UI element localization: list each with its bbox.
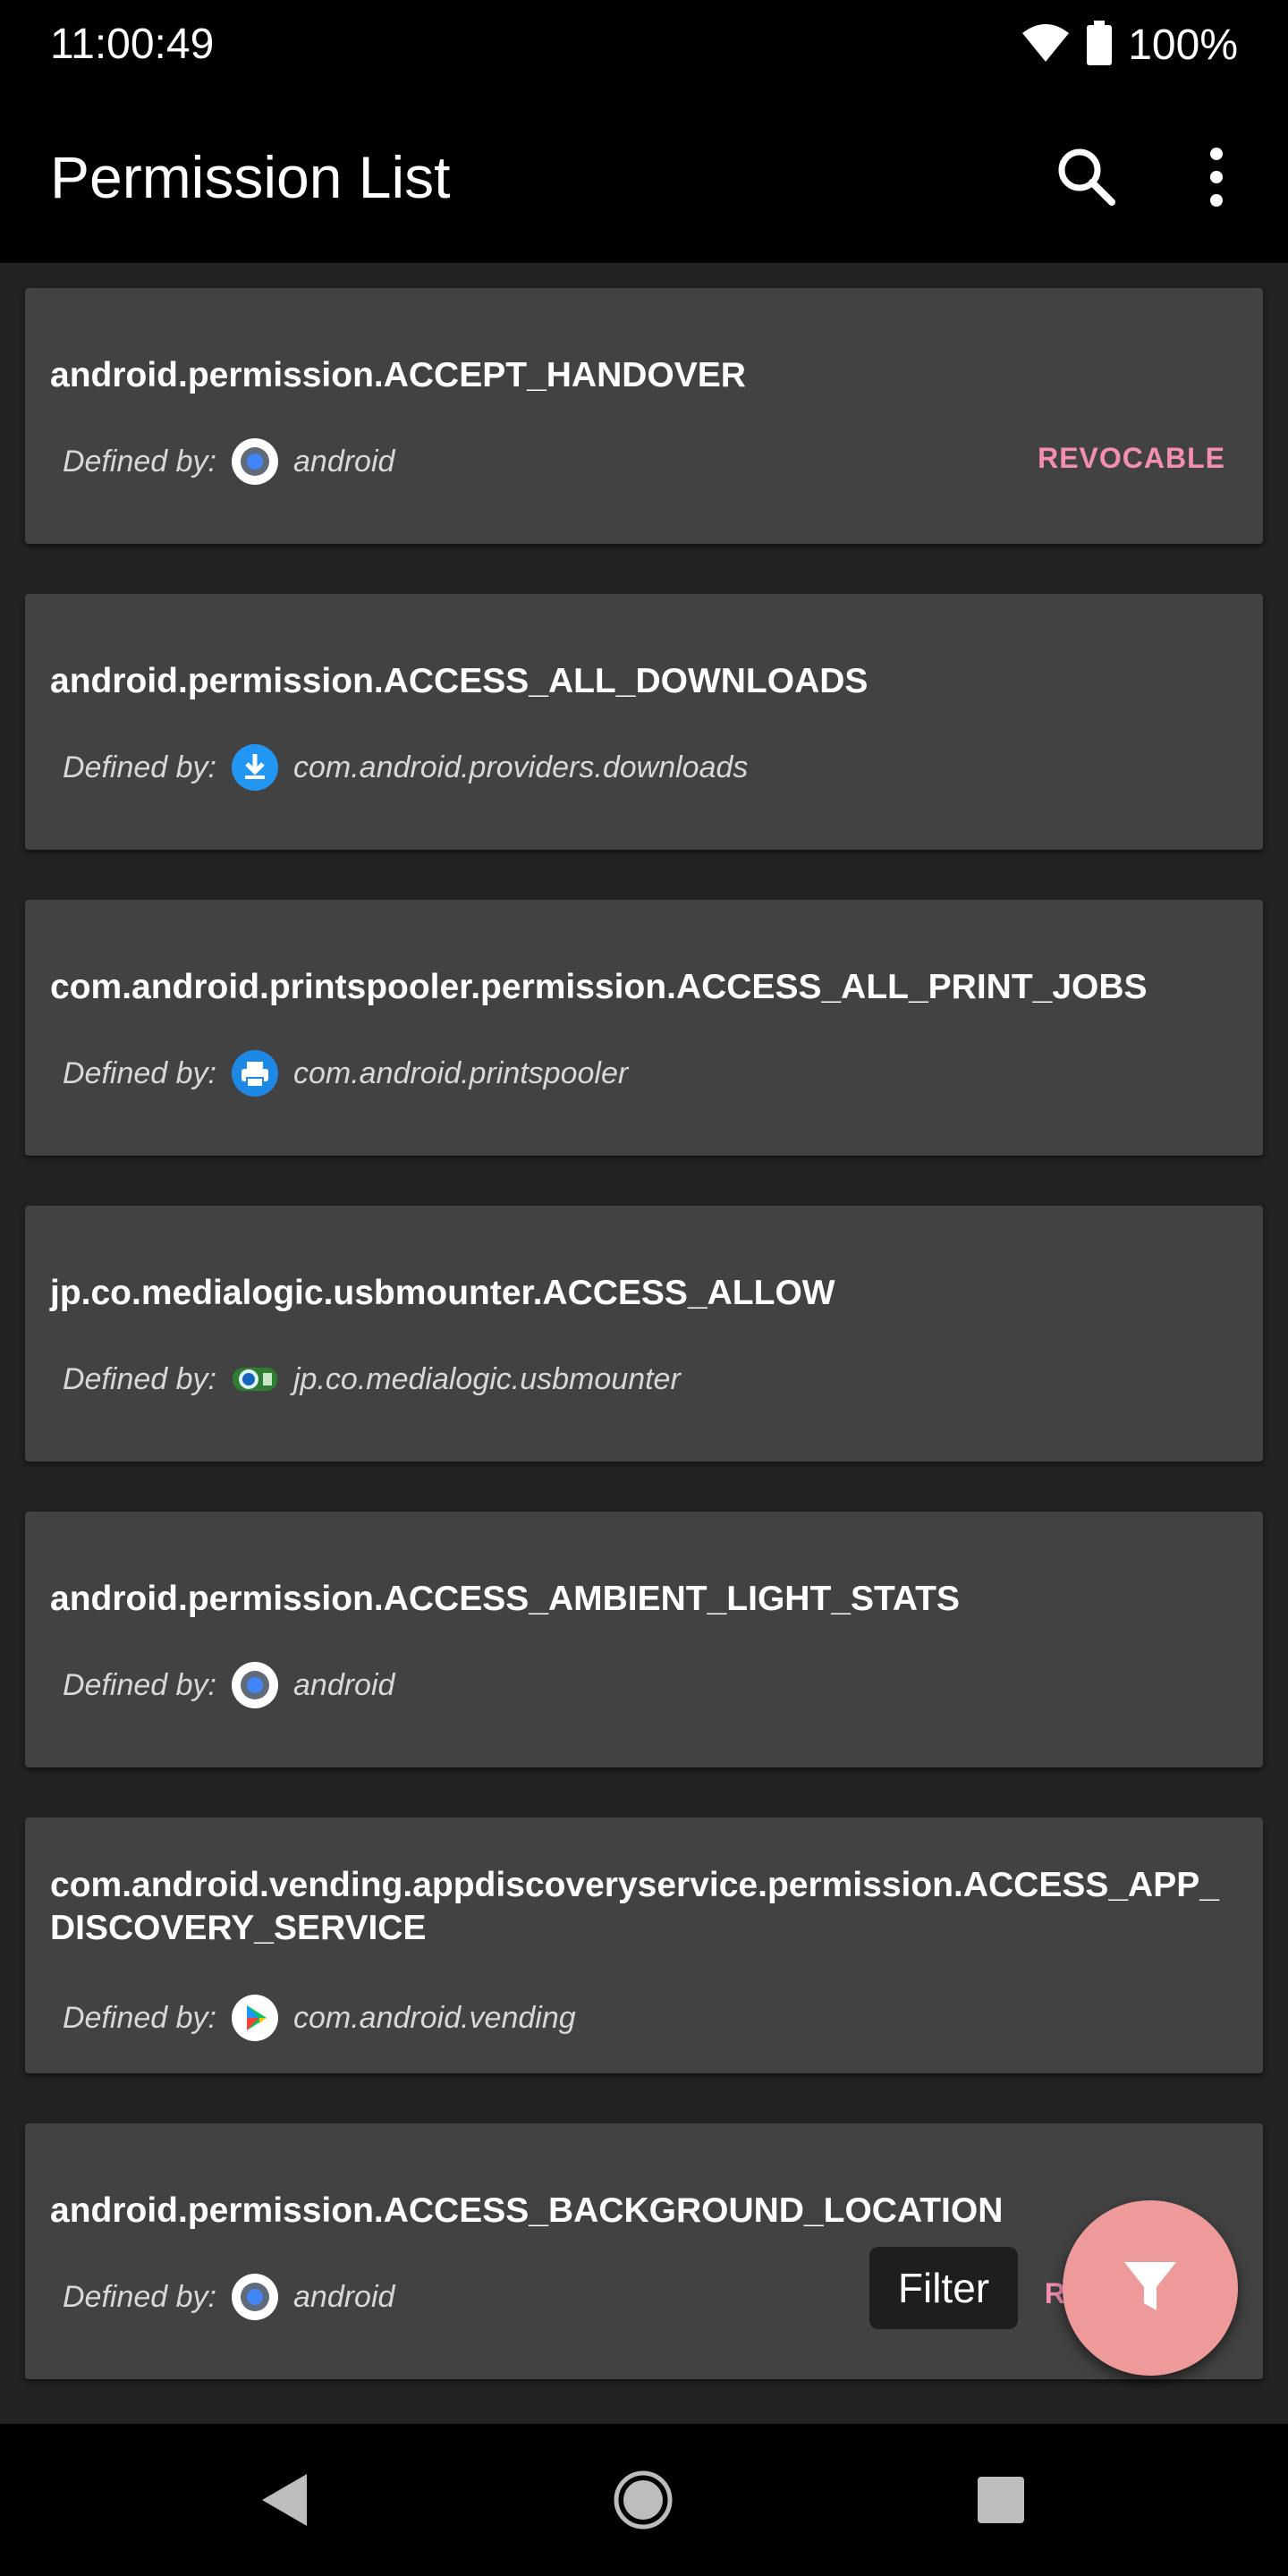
permission-list[interactable]: android.permission.ACCEPT_HANDOVER Defin…: [0, 263, 1288, 2424]
defined-by-row: Defined by: com.android.vending: [63, 1993, 576, 2043]
filter-tooltip: Filter: [869, 2247, 1018, 2329]
permission-name: com.android.printspooler.permission.ACCE…: [50, 968, 1148, 1006]
permission-card[interactable]: android.permission.ACCESS_AMBIENT_LIGHT_…: [25, 1512, 1263, 1767]
permission-card[interactable]: android.permission.ACCEPT_HANDOVER Defin…: [25, 288, 1263, 544]
permission-name: jp.co.medialogic.usbmounter.ACCESS_ALLOW: [50, 1274, 835, 1312]
usb-mounter-icon: [231, 1355, 279, 1403]
wifi-icon: [1021, 22, 1071, 68]
package-name: android: [293, 2279, 395, 2314]
play-store-icon: [231, 1994, 279, 2042]
permission-card[interactable]: jp.co.medialogic.usbmounter.ACCESS_ALLOW…: [25, 1206, 1263, 1462]
defined-by-label: Defined by:: [63, 2279, 216, 2314]
defined-by-label: Defined by:: [63, 444, 216, 479]
package-name: jp.co.medialogic.usbmounter: [293, 1361, 681, 1396]
navigation-bar: [0, 2424, 1288, 2576]
defined-by-row: Defined by: android: [63, 436, 394, 487]
package-name: android: [293, 444, 395, 479]
recents-icon[interactable]: [961, 2460, 1041, 2540]
package-name: com.android.providers.downloads: [293, 750, 749, 784]
defined-by-row: Defined by: android: [63, 2272, 394, 2322]
revocable-badge: REVOCABLE: [1038, 442, 1225, 474]
defined-by-label: Defined by:: [63, 750, 216, 784]
defined-by-label: Defined by:: [63, 1361, 216, 1396]
page-title: Permission List: [50, 144, 451, 210]
defined-by-label: Defined by:: [63, 1055, 216, 1090]
battery-percent: 100%: [1128, 21, 1238, 69]
status-bar: 11:00:49 100%: [0, 0, 1288, 89]
permission-card[interactable]: com.android.vending.appdiscoveryservice.…: [25, 1818, 1263, 2073]
printer-icon: [231, 1049, 279, 1097]
battery-icon: [1087, 20, 1113, 70]
permission-name: android.permission.ACCESS_ALL_DOWNLOADS: [50, 662, 869, 700]
defined-by-row: Defined by: android: [63, 1660, 394, 1710]
android-system-icon: [231, 1661, 279, 1709]
package-name: com.android.vending: [293, 2000, 576, 2035]
status-indicators: 100%: [1021, 18, 1238, 72]
home-icon[interactable]: [603, 2460, 683, 2540]
more-options-icon[interactable]: [1190, 141, 1243, 213]
download-icon: [231, 743, 279, 792]
permission-card[interactable]: com.android.printspooler.permission.ACCE…: [25, 900, 1263, 1156]
permission-card[interactable]: android.permission.ACCESS_ALL_DOWNLOADS …: [25, 594, 1263, 850]
defined-by-row: Defined by: jp.co.medialogic.usbmounter: [63, 1354, 681, 1404]
defined-by-row: Defined by: com.android.providers.downlo…: [63, 742, 748, 792]
filter-fab-button[interactable]: [1063, 2200, 1238, 2376]
permission-name: com.android.vending.appdiscoveryservice.…: [50, 1866, 1219, 1947]
defined-by-row: Defined by: com.android.printspooler: [63, 1048, 628, 1098]
android-system-icon: [231, 2273, 279, 2321]
defined-by-label: Defined by:: [63, 2000, 216, 2035]
status-time: 11:00:49: [50, 21, 215, 68]
android-system-icon: [231, 437, 279, 486]
package-name: android: [293, 1667, 395, 1702]
app-bar: Permission List: [0, 89, 1288, 263]
package-name: com.android.printspooler: [293, 1055, 629, 1090]
permission-name: android.permission.ACCESS_BACKGROUND_LOC…: [50, 2191, 1004, 2230]
back-icon[interactable]: [243, 2460, 324, 2540]
filter-icon: [1119, 2255, 1182, 2322]
search-icon[interactable]: [1051, 141, 1123, 213]
defined-by-label: Defined by:: [63, 1667, 216, 1702]
permission-name: android.permission.ACCESS_AMBIENT_LIGHT_…: [50, 1580, 961, 1618]
permission-name: android.permission.ACCEPT_HANDOVER: [50, 356, 746, 394]
